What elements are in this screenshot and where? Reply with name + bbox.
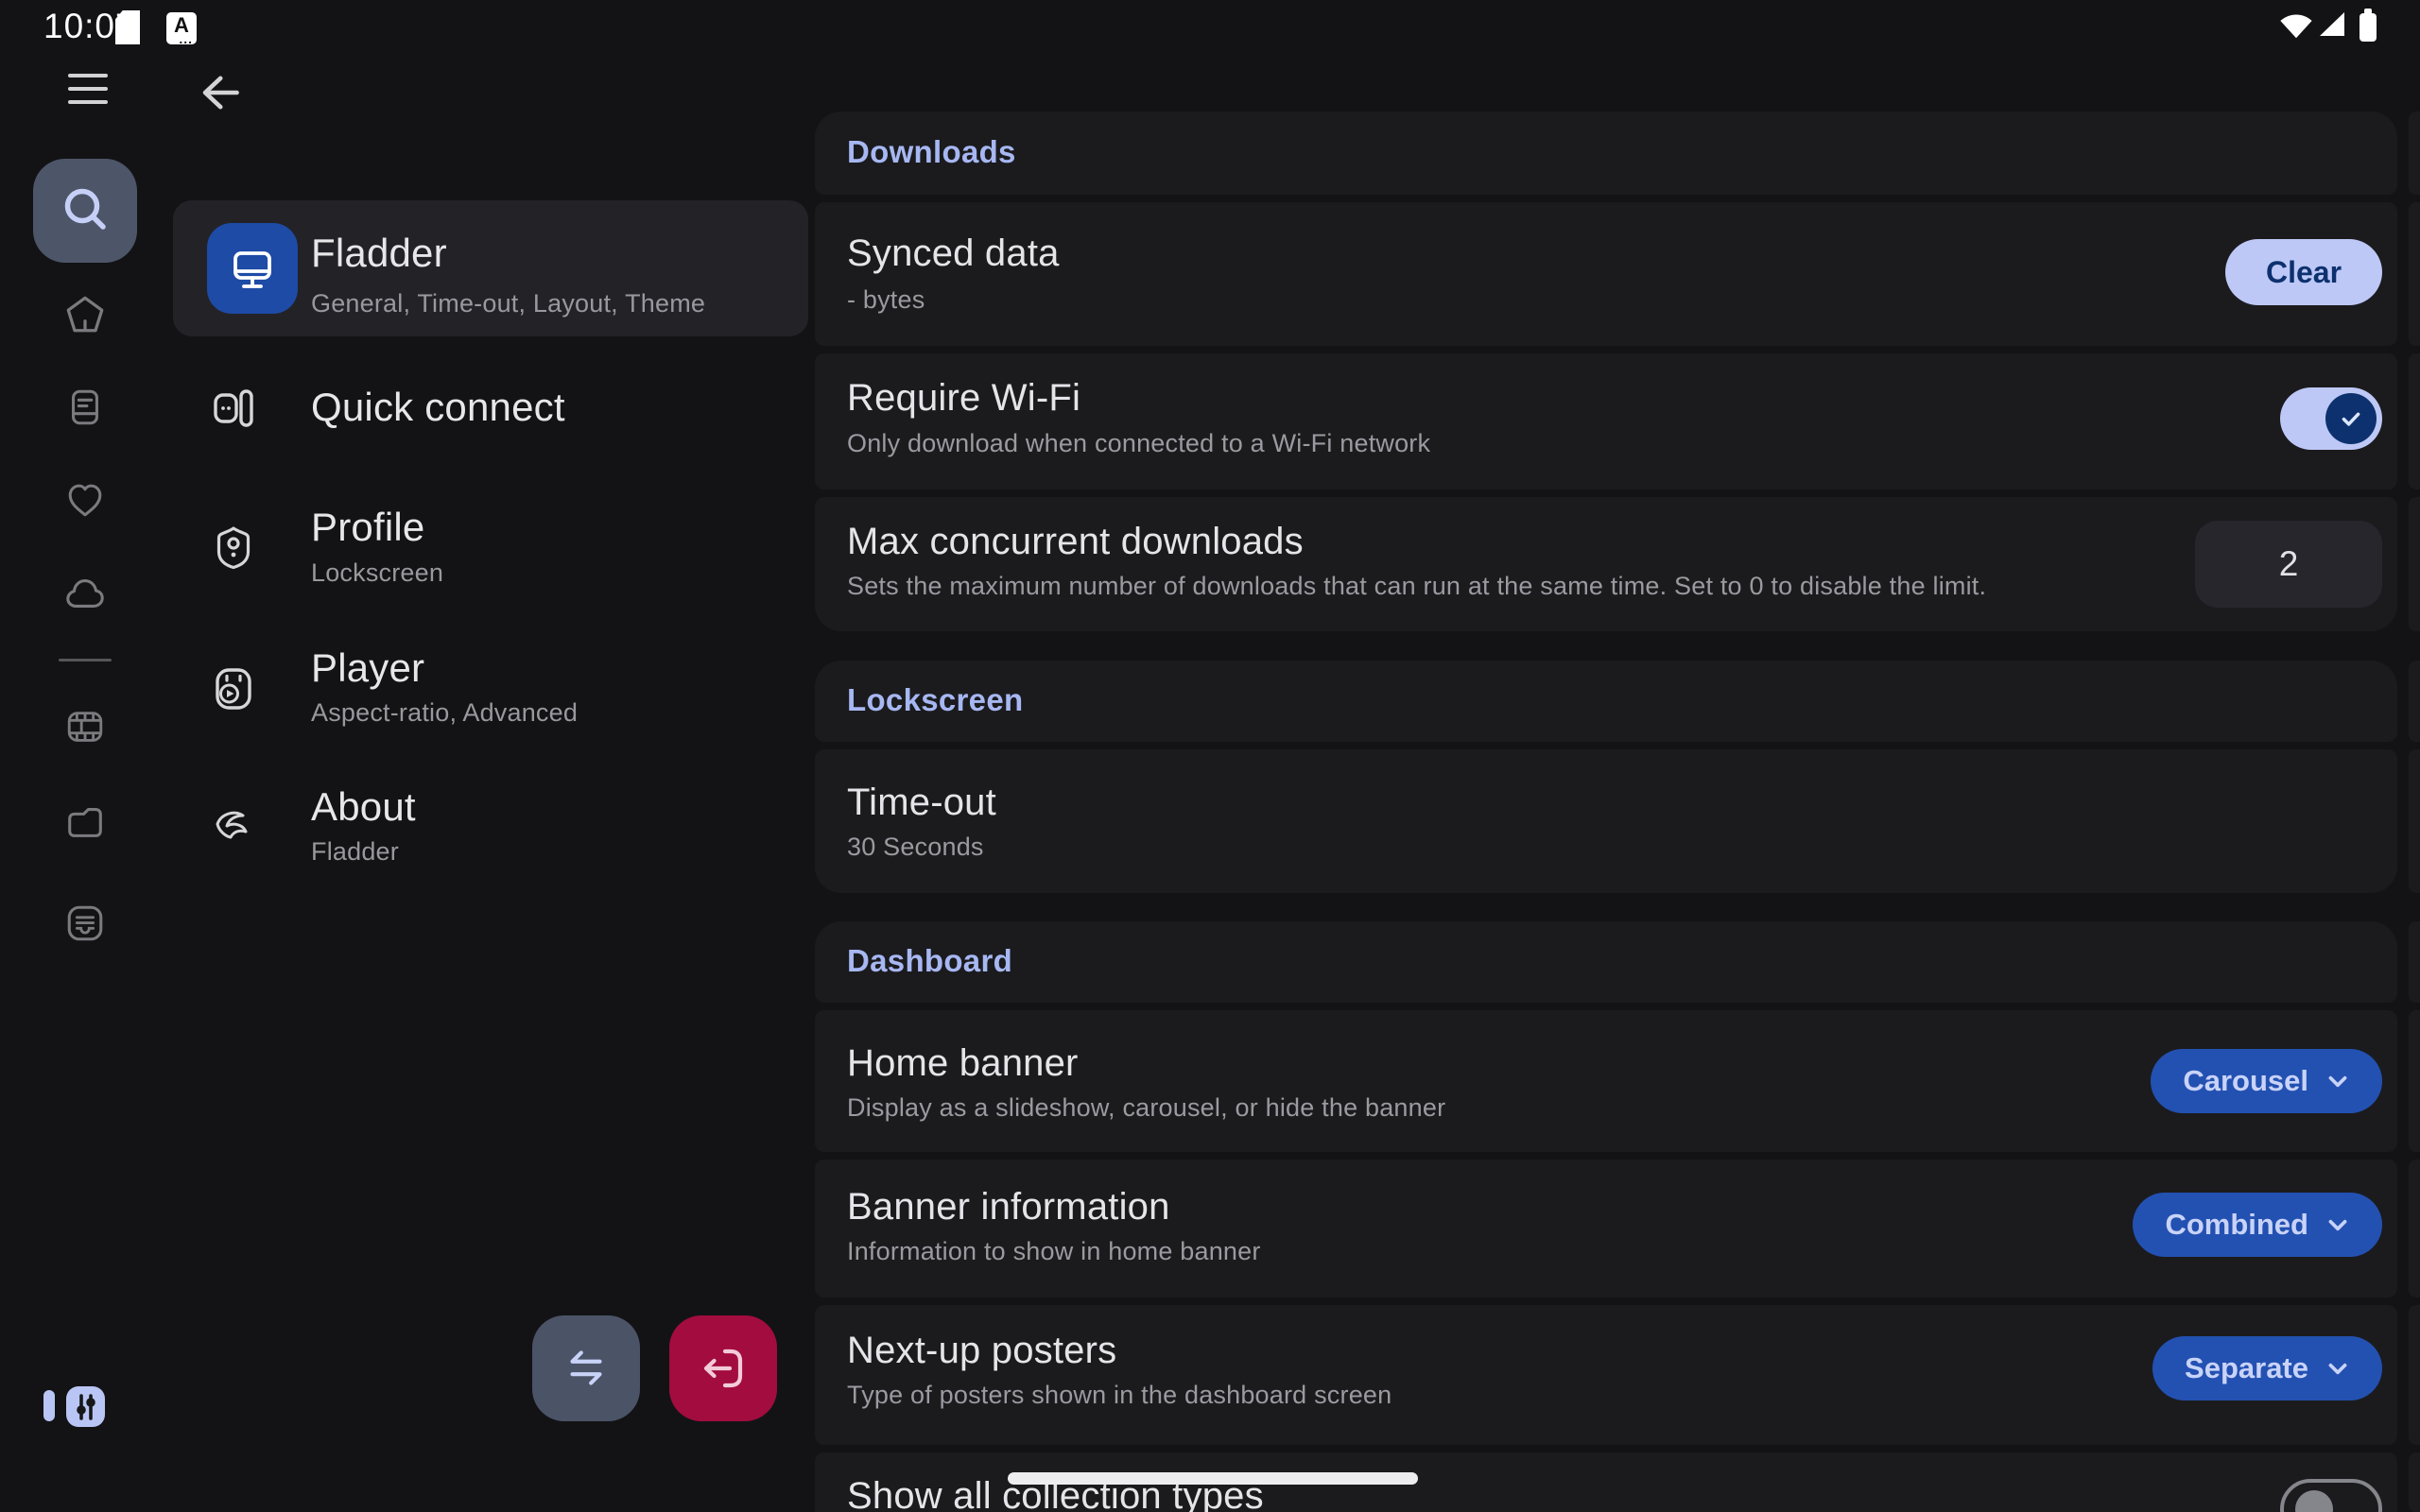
- row-title: Require Wi-Fi: [847, 375, 1080, 421]
- collections-tray-icon[interactable]: [63, 902, 107, 945]
- section-header-label: Lockscreen: [847, 682, 1023, 718]
- row-subtitle: Information to show in home banner: [847, 1235, 1261, 1267]
- battery-icon-body: [2360, 13, 2377, 42]
- adjacent-card-edge: [2409, 112, 2420, 195]
- profile-shield-icon: [207, 522, 260, 575]
- app-screen: 10:07 A ...: [0, 0, 2420, 1512]
- cloud-sync-icon[interactable]: [63, 572, 107, 615]
- show-all-collection-types-switch[interactable]: [2280, 1479, 2382, 1512]
- logout-button[interactable]: [669, 1315, 777, 1421]
- home-banner-dropdown[interactable]: Carousel: [2151, 1049, 2382, 1113]
- player-icon: [207, 662, 260, 715]
- sd-card-icon: [115, 10, 140, 44]
- nav-item-about[interactable]: About Fladder: [173, 774, 808, 880]
- quick-connect-icon: [207, 382, 260, 435]
- library-icon[interactable]: [63, 386, 107, 429]
- menu-icon[interactable]: [68, 74, 108, 113]
- keyboard-layout-icon: A ...: [166, 12, 197, 44]
- section-header-label: Downloads: [847, 134, 1016, 170]
- adjacent-card-edge: [2409, 1160, 2420, 1297]
- max-downloads-value[interactable]: 2: [2195, 521, 2382, 608]
- nav-item-quick-connect[interactable]: Quick connect: [173, 374, 808, 442]
- nav-item-title: Profile: [311, 505, 424, 550]
- row-title: Banner information: [847, 1184, 1170, 1229]
- adjacent-card-edge: [2409, 202, 2420, 346]
- switch-thumb: [2295, 1490, 2333, 1512]
- clear-button[interactable]: Clear: [2225, 239, 2382, 305]
- chevron-down-icon: [2325, 1356, 2350, 1381]
- adjacent-card-edge: [2409, 921, 2420, 1003]
- row-subtitle: Only download when connected to a Wi-Fi …: [847, 427, 1430, 459]
- row-title: Synced data: [847, 231, 1060, 276]
- nav-item-subtitle: Fladder: [311, 835, 399, 868]
- adjacent-card-edge: [2409, 497, 2420, 631]
- dropdown-value: Combined: [2165, 1208, 2308, 1242]
- monitor-icon: [207, 223, 298, 314]
- switch-thumb: [2325, 393, 2377, 444]
- row-max-concurrent-downloads[interactable]: Max concurrent downloads Sets the maximu…: [815, 497, 2397, 631]
- nav-item-subtitle: Aspect-ratio, Advanced: [311, 696, 578, 729]
- back-arrow-icon[interactable]: [193, 68, 242, 117]
- folder-icon[interactable]: [63, 800, 107, 844]
- row-timeout[interactable]: Time-out 30 Seconds: [815, 749, 2397, 893]
- adjacent-card-edge: [2409, 749, 2420, 893]
- dropdown-value: Separate: [2185, 1351, 2308, 1385]
- row-home-banner[interactable]: Home banner Display as a slideshow, caro…: [815, 1010, 2397, 1152]
- row-require-wifi[interactable]: Require Wi-Fi Only download when connect…: [815, 353, 2397, 490]
- row-subtitle: Sets the maximum number of downloads tha…: [847, 570, 1986, 602]
- section-header-downloads: Downloads: [815, 112, 2397, 195]
- rail-settings-indicator: [43, 1390, 55, 1421]
- favorites-heart-icon[interactable]: [63, 478, 107, 522]
- row-title: Time-out: [847, 780, 996, 825]
- adjacent-card-edge: [2409, 1010, 2420, 1152]
- rail-divider: [59, 659, 112, 662]
- nav-item-subtitle: General, Time-out, Layout, Theme: [311, 287, 705, 319]
- nav-item-title: About: [311, 784, 416, 830]
- swap-arrows-icon: [559, 1341, 614, 1396]
- require-wifi-switch[interactable]: [2280, 387, 2382, 450]
- row-subtitle: Display as a slideshow, carousel, or hid…: [847, 1091, 1445, 1124]
- nav-item-player[interactable]: Player Aspect-ratio, Advanced: [173, 635, 808, 741]
- check-icon: [2338, 405, 2364, 432]
- adjacent-card-edge: [2409, 1305, 2420, 1445]
- row-title: Next-up posters: [847, 1328, 1116, 1373]
- row-title: Home banner: [847, 1040, 1079, 1086]
- dropdown-value: Carousel: [2183, 1064, 2308, 1098]
- row-subtitle: - bytes: [847, 284, 925, 316]
- adjacent-card-edge: [2409, 661, 2420, 742]
- settings-tune-icon[interactable]: [66, 1386, 105, 1427]
- nav-item-subtitle: Lockscreen: [311, 557, 443, 589]
- nav-item-title: Quick connect: [311, 385, 565, 430]
- row-title: Max concurrent downloads: [847, 519, 1304, 564]
- banner-information-dropdown[interactable]: Combined: [2133, 1193, 2382, 1257]
- section-header-dashboard: Dashboard: [815, 921, 2397, 1003]
- fladder-logo-icon: [207, 803, 260, 856]
- gesture-nav-handle[interactable]: [1008, 1472, 1418, 1485]
- row-synced-data[interactable]: Synced data - bytes Clear: [815, 202, 2397, 346]
- nav-item-title: Fladder: [311, 231, 447, 276]
- swap-server-button[interactable]: [532, 1315, 640, 1421]
- rail-item-search[interactable]: [33, 159, 137, 263]
- cell-signal-icon: [2320, 12, 2344, 36]
- row-banner-information[interactable]: Banner information Information to show i…: [815, 1160, 2397, 1297]
- section-header-lockscreen: Lockscreen: [815, 661, 2397, 742]
- home-icon[interactable]: [63, 293, 107, 336]
- chevron-down-icon: [2325, 1069, 2350, 1093]
- row-subtitle: Type of posters shown in the dashboard s…: [847, 1379, 1392, 1411]
- nav-item-title: Player: [311, 645, 424, 691]
- section-header-label: Dashboard: [847, 943, 1012, 979]
- search-icon: [59, 184, 112, 237]
- next-up-posters-dropdown[interactable]: Separate: [2152, 1336, 2382, 1400]
- adjacent-card-edge: [2409, 1452, 2420, 1512]
- nav-item-fladder[interactable]: Fladder General, Time-out, Layout, Theme: [173, 200, 808, 336]
- wifi-icon: [2278, 9, 2314, 40]
- adjacent-card-edge: [2409, 353, 2420, 490]
- row-subtitle: 30 Seconds: [847, 831, 984, 863]
- row-next-up-posters[interactable]: Next-up posters Type of posters shown in…: [815, 1305, 2397, 1445]
- video-grid-icon[interactable]: [63, 705, 107, 748]
- chevron-down-icon: [2325, 1212, 2350, 1237]
- logout-icon: [696, 1341, 751, 1396]
- nav-item-profile[interactable]: Profile Lockscreen: [173, 493, 808, 599]
